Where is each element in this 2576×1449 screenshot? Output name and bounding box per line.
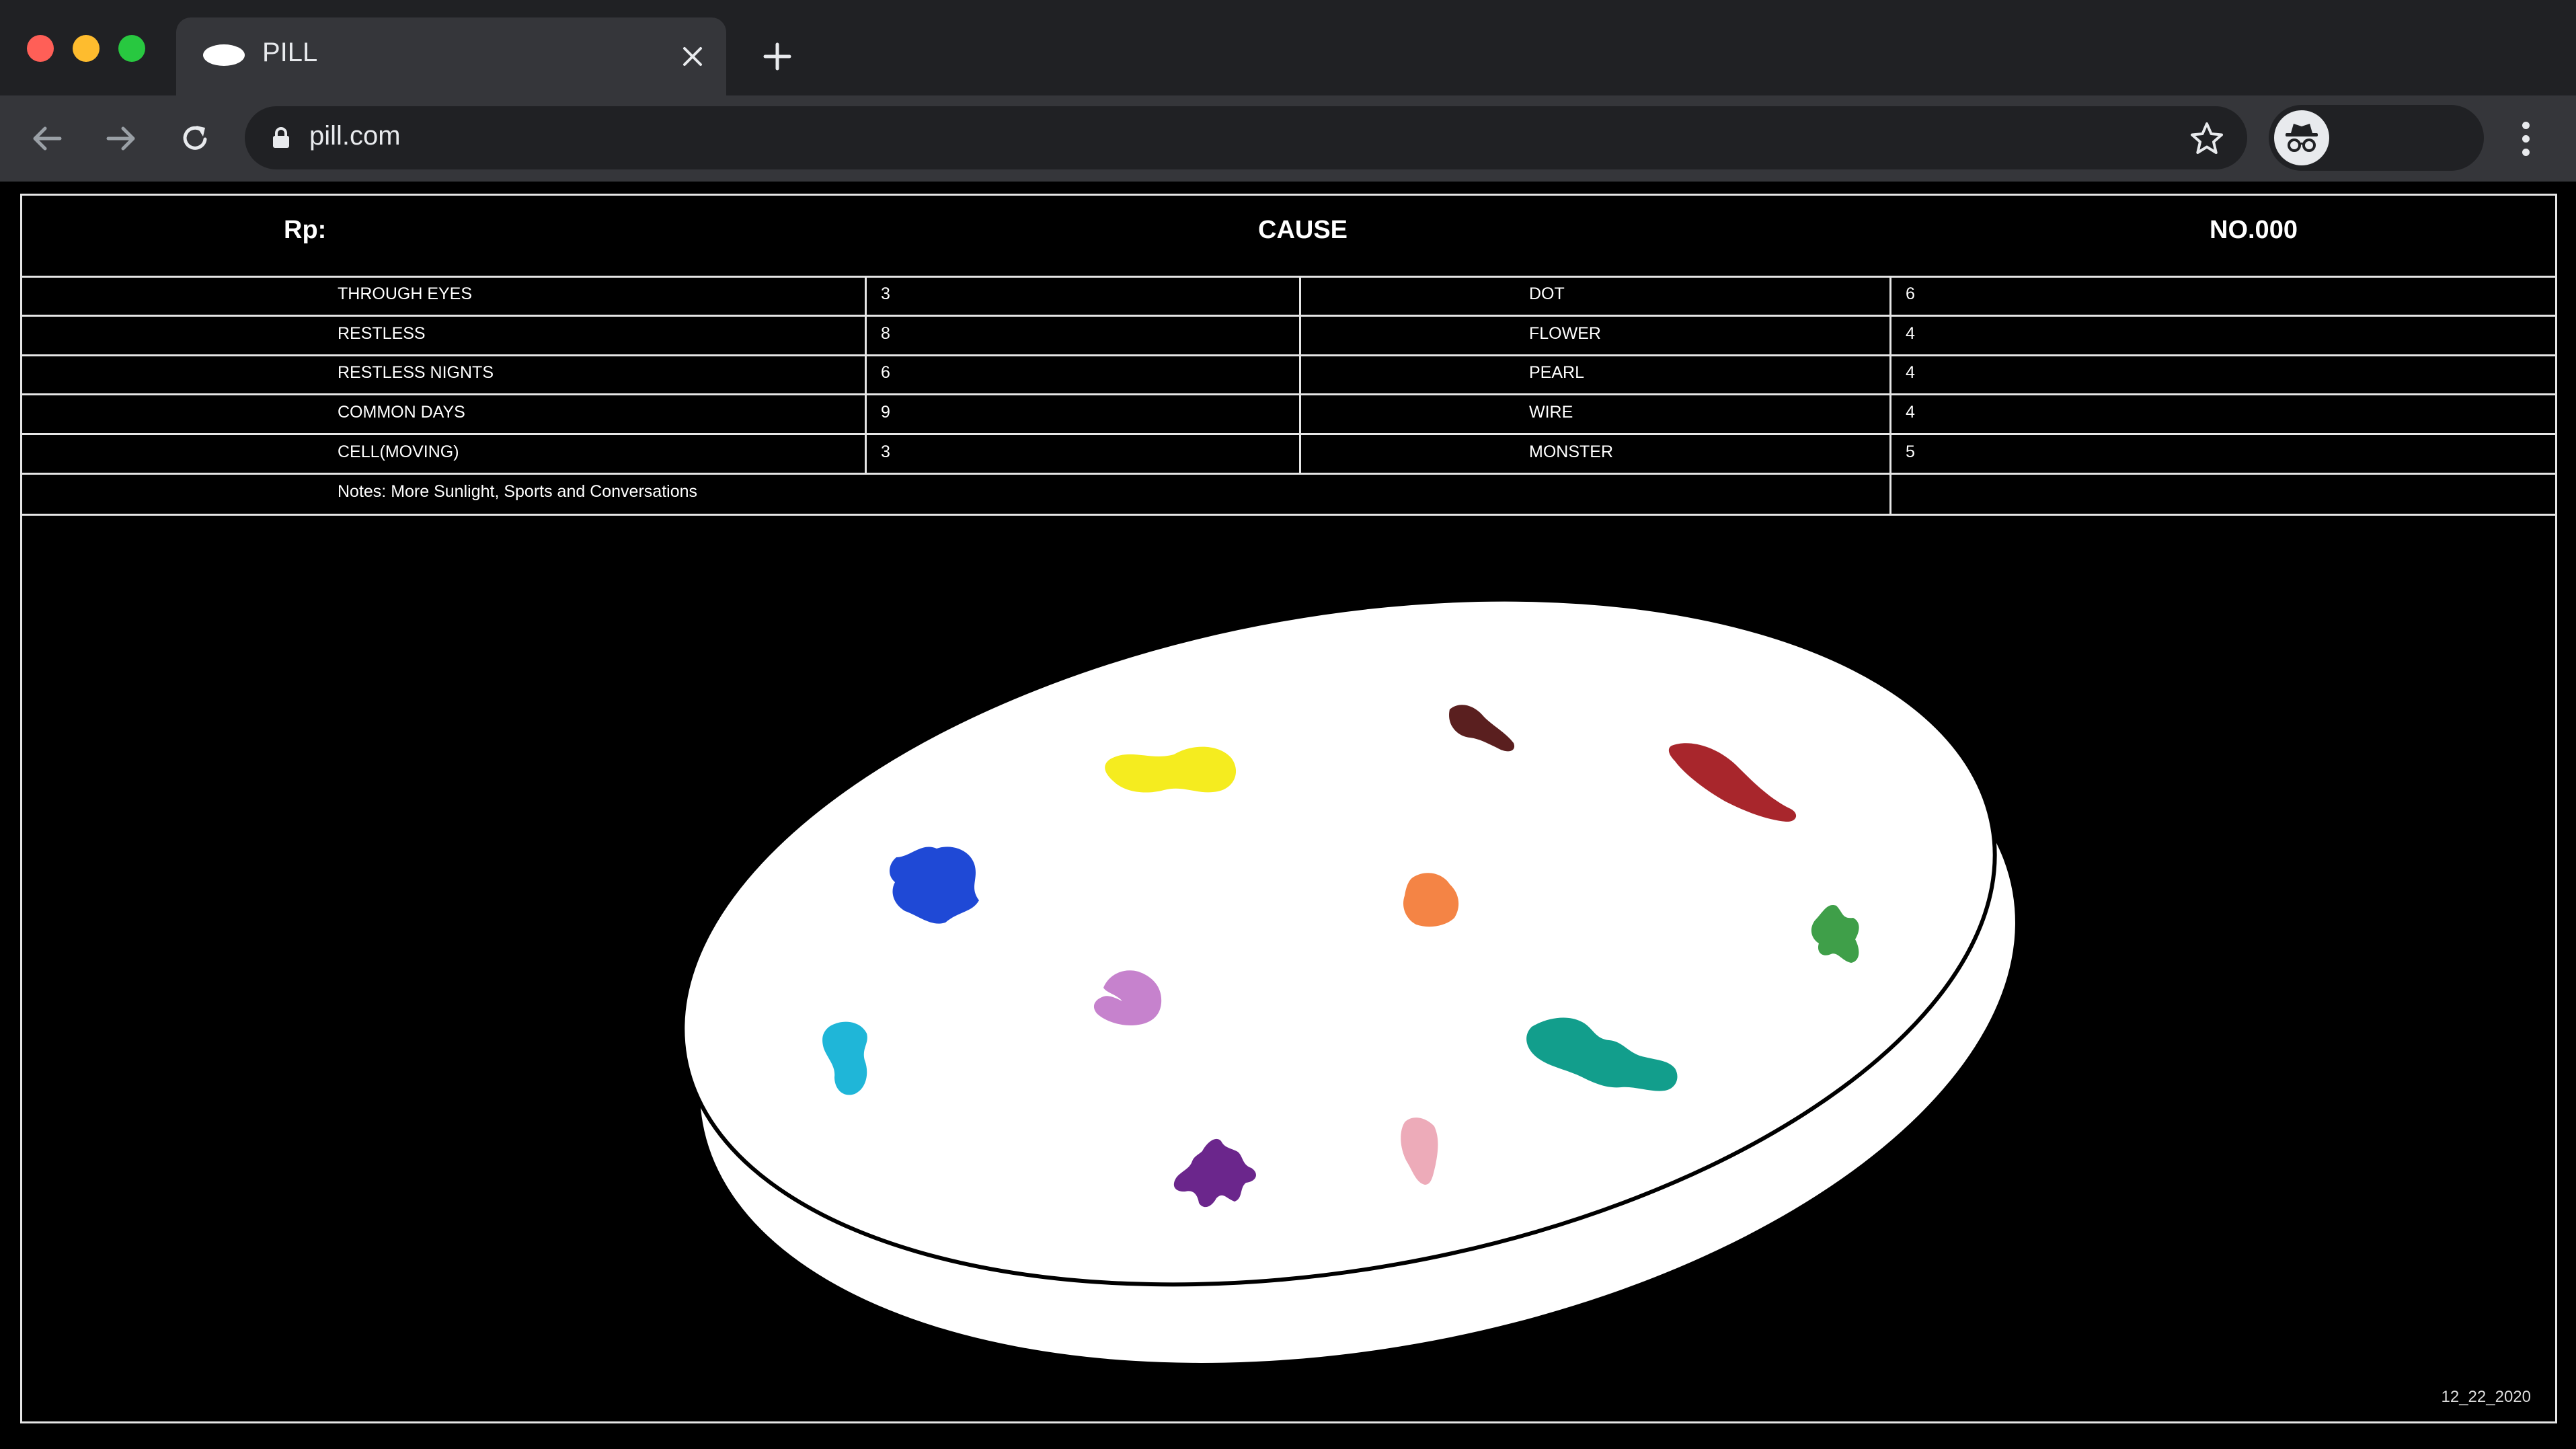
prescription-frame: Rp: CAUSE NO.000 THROUGH EYES 3 DOT 6 RE…	[20, 194, 2557, 1423]
count-cell: 4	[1906, 403, 1915, 422]
more-options-menu-icon[interactable]	[2511, 114, 2540, 163]
count-cell: 5	[1906, 442, 1915, 461]
maximize-window-button[interactable]	[118, 35, 145, 62]
minimize-window-button[interactable]	[73, 35, 100, 62]
value-cell: 3	[881, 284, 890, 303]
reload-icon[interactable]	[173, 117, 217, 160]
bookmark-star-icon[interactable]	[2189, 121, 2224, 156]
value-cell: 9	[881, 403, 890, 422]
prescription-number: NO.000	[2210, 216, 2298, 244]
page-content: Rp: CAUSE NO.000 THROUGH EYES 3 DOT 6 RE…	[0, 182, 2576, 1449]
cause-cell: CELL(MOVING)	[338, 442, 459, 461]
notes-text: Notes: More Sunlight, Sports and Convers…	[338, 482, 697, 501]
incognito-icon	[2274, 110, 2329, 165]
divider	[1299, 276, 1301, 473]
rp-label: Rp:	[284, 216, 327, 244]
shape-cell: PEARL	[1529, 363, 1584, 382]
divider	[22, 433, 2555, 435]
browser-toolbar: pill.com	[0, 95, 2576, 182]
divider	[22, 514, 2555, 516]
url-text: pill.com	[309, 121, 401, 151]
pill-favicon-icon	[203, 44, 245, 66]
count-cell: 4	[1906, 363, 1915, 382]
pill-illustration	[673, 563, 2030, 1402]
divider	[1889, 276, 1891, 515]
divider	[865, 276, 867, 473]
value-cell: 6	[881, 363, 890, 382]
title-bar: PILL	[0, 0, 2576, 95]
cause-label: CAUSE	[1258, 216, 1348, 244]
value-cell: 8	[881, 324, 890, 343]
tab-pill[interactable]: PILL	[176, 17, 726, 95]
cause-cell: RESTLESS NIGNTS	[338, 363, 494, 382]
tab-title: PILL	[262, 38, 318, 67]
count-cell: 4	[1906, 324, 1915, 343]
cause-cell: THROUGH EYES	[338, 284, 473, 303]
browser-window: PILL pill.com Rp: CAUSE NO.000 THROUGH E…	[0, 0, 2576, 1449]
new-tab-button[interactable]	[757, 36, 797, 77]
forward-arrow-icon[interactable]	[100, 117, 143, 160]
shape-cell: FLOWER	[1529, 324, 1601, 343]
close-tab-icon[interactable]	[674, 38, 711, 75]
profile-button[interactable]	[2269, 105, 2484, 171]
back-arrow-icon[interactable]	[26, 117, 69, 160]
divider	[22, 393, 2555, 395]
date-stamp: 12_22_2020	[2441, 1388, 2531, 1406]
shape-cell: WIRE	[1529, 403, 1573, 422]
cause-cell: RESTLESS	[338, 324, 426, 343]
shape-cell: MONSTER	[1529, 442, 1613, 461]
count-cell: 6	[1906, 284, 1915, 303]
divider	[22, 315, 2555, 317]
divider	[22, 354, 2555, 356]
divider	[22, 473, 2555, 475]
value-cell: 3	[881, 442, 890, 461]
address-bar[interactable]: pill.com	[245, 106, 2247, 169]
lock-icon	[273, 127, 289, 148]
cause-cell: COMMON DAYS	[338, 403, 465, 422]
close-window-button[interactable]	[27, 35, 54, 62]
divider	[22, 276, 2555, 278]
shape-cell: DOT	[1529, 284, 1565, 303]
